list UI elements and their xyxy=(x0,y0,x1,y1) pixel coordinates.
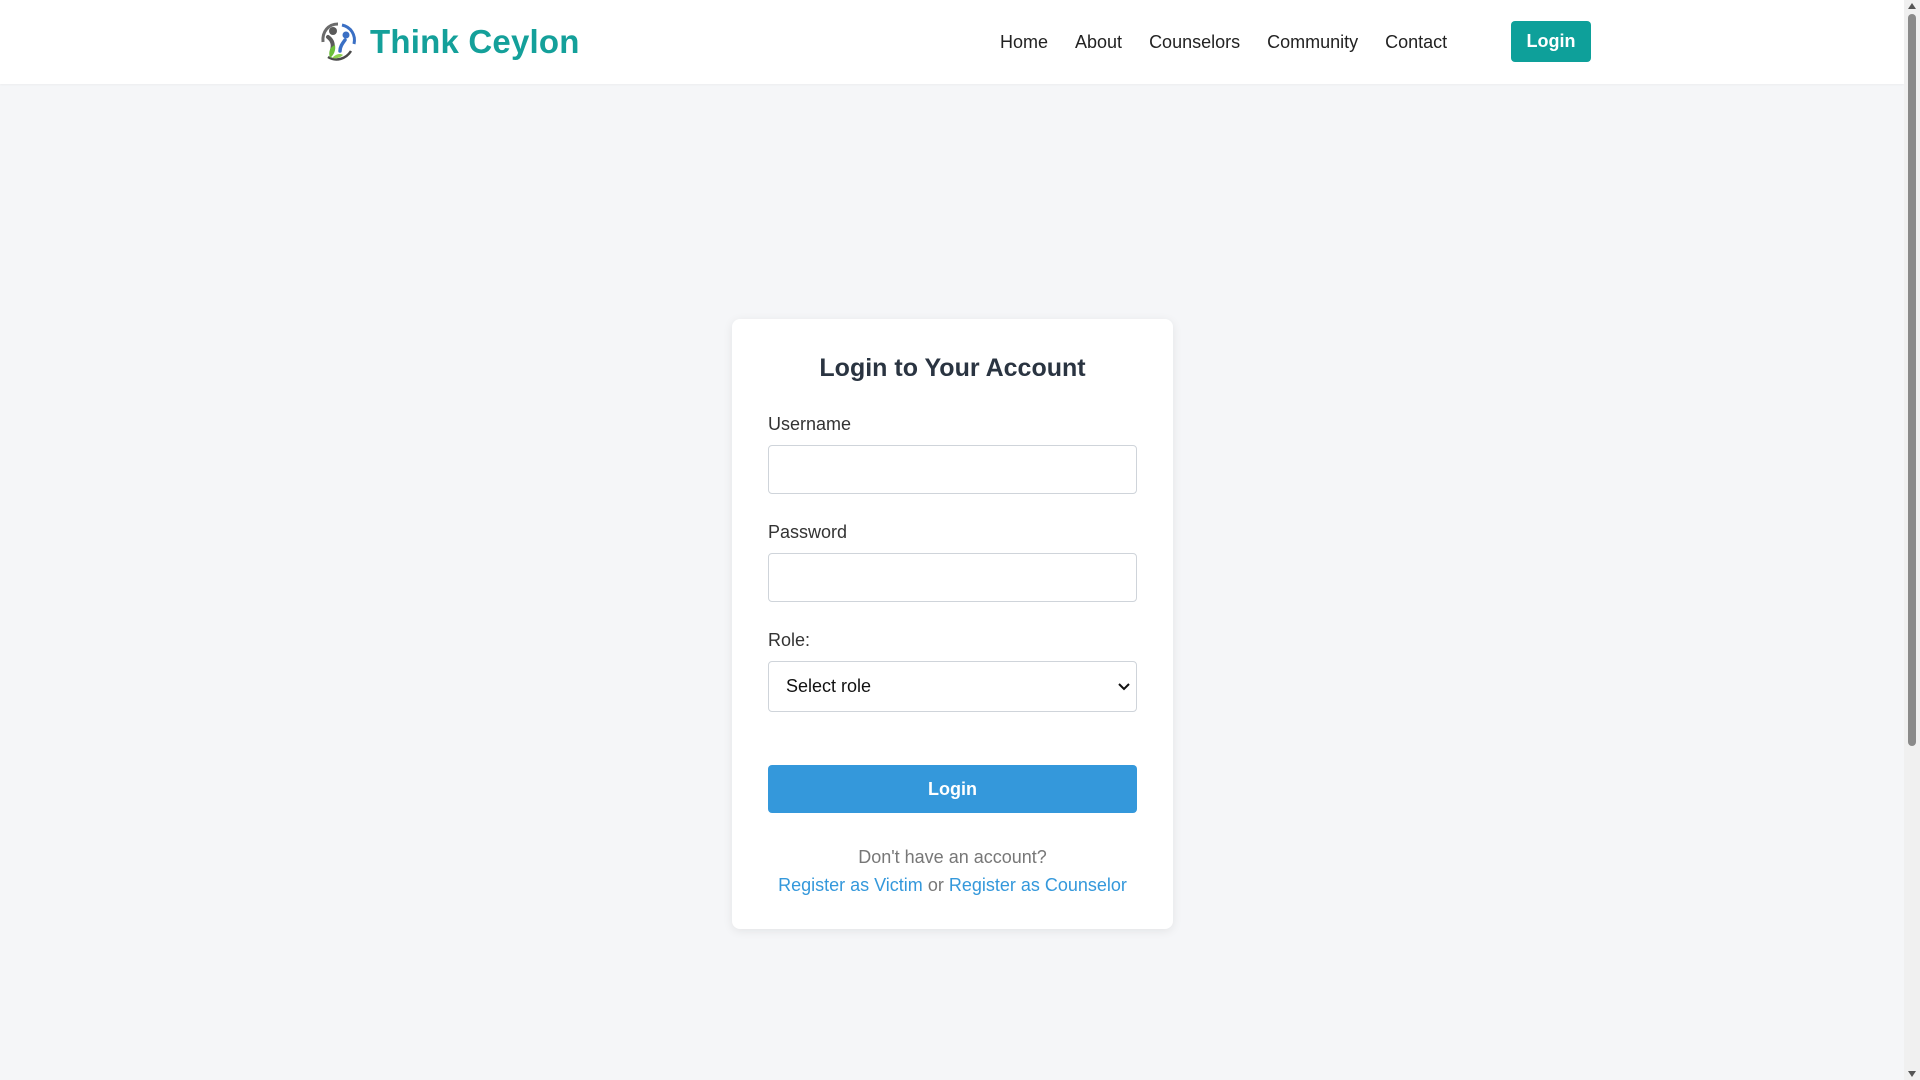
login-title: Login to Your Account xyxy=(819,354,1086,382)
no-account-text: Don't have an account? xyxy=(858,847,1047,867)
or-text: or xyxy=(927,875,949,895)
brand-link[interactable]: Think Ceylon xyxy=(318,20,580,64)
site-header: Think Ceylon Home About Counselors Commu… xyxy=(0,0,1904,84)
password-input[interactable] xyxy=(768,553,1137,602)
register-block: Don't have an account? Register as Victi… xyxy=(768,843,1137,899)
register-links: Register as Victim or Register as Counse… xyxy=(768,871,1137,899)
nav-item-home[interactable]: Home xyxy=(1000,32,1048,53)
people-circle-logo-icon xyxy=(321,22,356,61)
scroll-up-arrow-icon[interactable] xyxy=(1908,3,1916,9)
register-counselor-link[interactable]: Register as Counselor xyxy=(949,875,1127,895)
page: Think Ceylon Home About Counselors Commu… xyxy=(0,0,1920,1080)
nav-item-contact[interactable]: Contact xyxy=(1385,32,1447,53)
vertical-scrollbar[interactable] xyxy=(1904,0,1920,1080)
nav-item-community[interactable]: Community xyxy=(1267,32,1358,53)
role-select[interactable]: Select role xyxy=(768,661,1137,712)
brand-name: Think Ceylon xyxy=(370,23,580,60)
username-input[interactable] xyxy=(768,445,1137,494)
scroll-thumb[interactable] xyxy=(1908,14,1916,746)
username-label: Username xyxy=(768,414,852,434)
nav-item-counselors[interactable]: Counselors xyxy=(1149,32,1240,53)
register-victim-link[interactable]: Register as Victim xyxy=(778,875,923,895)
main-nav: Home About Counselors Community Contact xyxy=(1000,20,1447,64)
role-select-value: Select role xyxy=(786,676,872,696)
chevron-down-icon xyxy=(1118,682,1130,690)
scroll-down-arrow-icon[interactable] xyxy=(1908,1071,1916,1077)
nav-item-about[interactable]: About xyxy=(1075,32,1122,53)
password-label: Password xyxy=(768,522,848,542)
login-submit-button[interactable]: Login xyxy=(768,765,1137,813)
role-label: Role: xyxy=(768,630,811,650)
login-card: Login to Your Account Username Password … xyxy=(732,319,1173,929)
header-login-button[interactable]: Login xyxy=(1511,21,1591,62)
